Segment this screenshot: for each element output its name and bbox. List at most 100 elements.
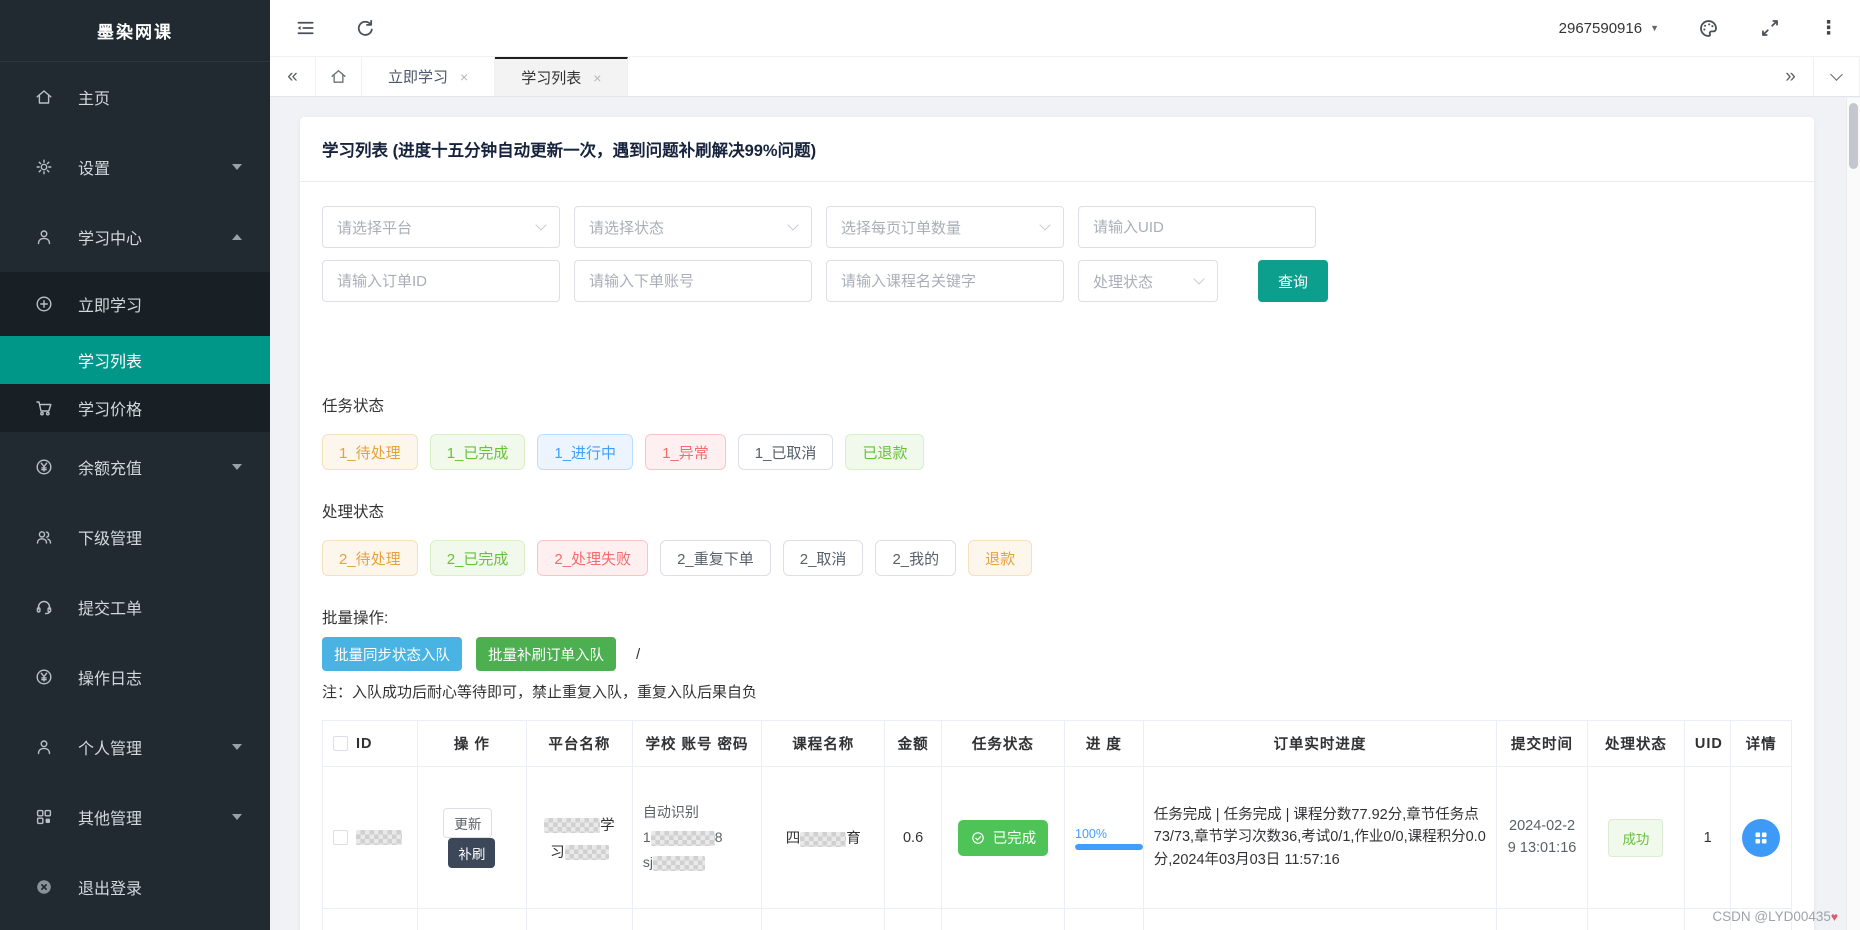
badge-task-cancelled[interactable]: 1_已取消 xyxy=(738,434,834,470)
order-progress-cell: 任务点数2,无锁,当前:13.6 世界听懂茉莉花了吗？ | 任务点数2,无锁,当… xyxy=(1143,909,1496,930)
heart-icon: ♥ xyxy=(1831,910,1838,924)
refresh-order-button[interactable]: 补刷 xyxy=(448,838,495,868)
col-account: 学校 账号 密码 xyxy=(632,721,761,767)
badge-proc-failed[interactable]: 2_处理失败 xyxy=(537,540,648,576)
sidebar-item-label: 学习中心 xyxy=(78,225,142,249)
app-logo: 墨染网课 xyxy=(0,0,270,62)
close-icon[interactable]: × xyxy=(593,70,601,86)
tabs-dropdown-icon[interactable] xyxy=(1814,57,1860,96)
grid-icon xyxy=(34,807,54,827)
col-amount: 金额 xyxy=(885,721,942,767)
badge-task-running[interactable]: 1_进行中 xyxy=(537,434,633,470)
chevron-down-icon xyxy=(232,814,242,820)
tabs-scroll-right-icon[interactable]: » xyxy=(1768,57,1814,96)
select-all-checkbox[interactable] xyxy=(333,736,348,751)
chevron-down-icon xyxy=(1039,219,1050,230)
sidebar-item-label: 其他管理 xyxy=(78,805,142,829)
cart-icon xyxy=(34,398,54,418)
badge-proc-done[interactable]: 2_已完成 xyxy=(430,540,526,576)
theme-palette-icon[interactable] xyxy=(1695,15,1721,41)
tabs-scroll-left-icon[interactable]: « xyxy=(270,57,316,96)
search-button[interactable]: 查询 xyxy=(1258,260,1328,302)
batch-sync-button[interactable]: 批量同步状态入队 xyxy=(322,637,462,671)
per-page-select[interactable]: 选择每页订单数量 xyxy=(826,206,1064,248)
process-status-badge[interactable]: 成功 xyxy=(1608,819,1663,857)
orders-table: ID 操 作 平台名称 学校 账号 密码 课程名称 金额 任务状态 进 度 订单… xyxy=(322,720,1792,930)
fullscreen-icon[interactable] xyxy=(1757,15,1783,41)
badge-proc-refund[interactable]: 退款 xyxy=(968,540,1032,576)
progress-percent: 100% xyxy=(1075,827,1107,841)
tab-home-icon[interactable] xyxy=(316,57,362,96)
sidebar-item-learning-price[interactable]: 学习价格 xyxy=(0,384,270,432)
scrollbar-thumb[interactable] xyxy=(1849,103,1858,169)
sidebar-item-learning-center[interactable]: 学习中心 xyxy=(0,202,270,272)
badge-task-done[interactable]: 1_已完成 xyxy=(430,434,526,470)
amount-cell: 0.6 xyxy=(885,909,942,930)
col-uid: UID xyxy=(1684,721,1730,767)
task-status-badge[interactable]: 已完成 xyxy=(958,820,1049,856)
chevron-down-icon xyxy=(232,744,242,750)
row-checkbox[interactable] xyxy=(333,830,348,845)
col-id: ID xyxy=(356,736,373,752)
yen-circle-icon xyxy=(34,667,54,687)
user-menu[interactable]: 2967590916 ▼ xyxy=(1559,20,1659,37)
status-select[interactable]: 请选择状态 xyxy=(574,206,812,248)
platform-select[interactable]: 请选择平台 xyxy=(322,206,560,248)
table-row: 更新补刷 学 习 自动 sjq xyxy=(323,909,1792,930)
tab-learning-list[interactable]: 学习列表 × xyxy=(495,57,628,96)
sidebar-item-label: 下级管理 xyxy=(78,525,142,549)
col-course: 课程名称 xyxy=(762,721,885,767)
order-id-input[interactable] xyxy=(322,260,560,302)
filter-row-2: 处理状态 查询 xyxy=(322,260,1792,302)
sidebar-item-home[interactable]: 主页 xyxy=(0,62,270,132)
learning-list-card: 学习列表 (进度十五分钟自动更新一次，遇到问题补刷解决99%问题) 请选择平台 … xyxy=(300,117,1814,930)
account-cell: 自动识别 18 sj xyxy=(632,767,761,909)
username: 2967590916 xyxy=(1559,20,1642,37)
badge-task-pending[interactable]: 1_待处理 xyxy=(322,434,418,470)
sidebar-item-operation-log[interactable]: 操作日志 xyxy=(0,642,270,712)
badge-proc-mine[interactable]: 2_我的 xyxy=(875,540,956,576)
batch-refresh-button[interactable]: 批量补刷订单入队 xyxy=(476,637,616,671)
chevron-down-icon xyxy=(787,219,798,230)
sidebar-item-subordinates[interactable]: 下级管理 xyxy=(0,502,270,572)
badge-task-error[interactable]: 1_异常 xyxy=(645,434,726,470)
badge-proc-cancel[interactable]: 2_取消 xyxy=(783,540,864,576)
process-status-select[interactable]: 处理状态 xyxy=(1078,260,1218,302)
badge-proc-pending[interactable]: 2_待处理 xyxy=(322,540,418,576)
more-menu-icon[interactable]: ⋮ xyxy=(1819,19,1838,38)
sidebar-item-logout[interactable]: 退出登录 xyxy=(0,852,270,922)
sidebar-item-label: 提交工单 xyxy=(78,595,142,619)
uid-cell: 1 xyxy=(1684,767,1730,909)
detail-button[interactable] xyxy=(1742,819,1780,857)
batch-buttons: 批量同步状态入队 批量补刷订单入队 / xyxy=(322,637,1792,671)
sidebar-item-label: 学习列表 xyxy=(78,348,142,372)
badge-task-refunded[interactable]: 已退款 xyxy=(845,434,924,470)
filter-row-1: 请选择平台 请选择状态 选择每页订单数量 xyxy=(322,206,1792,248)
select-placeholder: 请选择状态 xyxy=(589,217,664,238)
sidebar-item-settings[interactable]: 设置 xyxy=(0,132,270,202)
page-scrollbar[interactable] xyxy=(1846,98,1860,930)
sidebar-item-ticket[interactable]: 提交工单 xyxy=(0,572,270,642)
sidebar-item-label: 个人管理 xyxy=(78,735,142,759)
badge-proc-duplicate[interactable]: 2_重复下单 xyxy=(660,540,771,576)
sidebar-item-other[interactable]: 其他管理 xyxy=(0,782,270,852)
content-area: 学习列表 (进度十五分钟自动更新一次，遇到问题补刷解决99%问题) 请选择平台 … xyxy=(270,97,1860,930)
tab-learn-now[interactable]: 立即学习 × xyxy=(362,57,495,96)
headset-icon xyxy=(34,597,54,617)
update-button[interactable]: 更新 xyxy=(443,808,492,838)
sidebar-item-personal[interactable]: 个人管理 xyxy=(0,712,270,782)
sidebar-item-label: 立即学习 xyxy=(78,292,142,316)
sidebar-item-label: 操作日志 xyxy=(78,665,142,689)
close-icon[interactable]: × xyxy=(460,69,468,85)
task-status-label: 任务状态 xyxy=(322,394,1792,416)
refresh-icon[interactable] xyxy=(352,15,378,41)
account-input[interactable] xyxy=(574,260,812,302)
sidebar-item-learning-list[interactable]: 学习列表 xyxy=(0,336,270,384)
uid-input[interactable] xyxy=(1078,206,1316,248)
batch-note: 注：入队成功后耐心等待即可，禁止重复入队，重复入队后果自负 xyxy=(322,681,1792,702)
sidebar-item-balance[interactable]: 余额充值 xyxy=(0,432,270,502)
course-keyword-input[interactable] xyxy=(826,260,1064,302)
sidebar-item-learn-now[interactable]: 立即学习 xyxy=(0,272,270,336)
collapse-sidebar-icon[interactable] xyxy=(292,15,318,41)
check-circle-icon xyxy=(970,830,986,846)
